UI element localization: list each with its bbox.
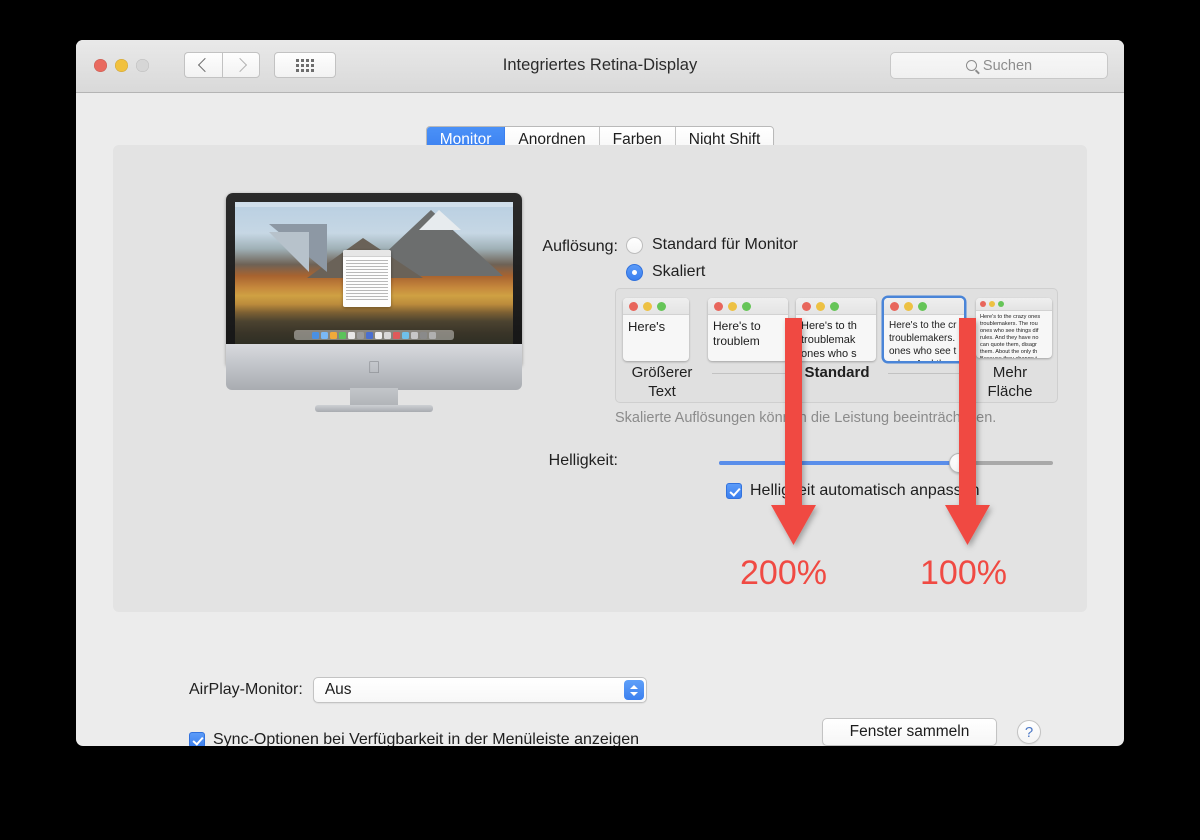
apple-logo-icon: : [368, 359, 381, 376]
resolution-thumbnail-3-frame: Here's to th troublemak ones who s: [796, 298, 876, 361]
zoom-dot-icon: [830, 301, 839, 311]
resolution-captions: Größerer Text Standard Mehr Fläche: [616, 364, 1057, 404]
search-icon: [965, 60, 977, 71]
caption-standard: Standard: [804, 364, 870, 381]
zoom-dot-icon: [742, 301, 751, 311]
chevron-updown-icon[interactable]: [623, 680, 644, 700]
thumbnail-titlebar: [884, 298, 964, 315]
minimize-dot-icon: [904, 301, 913, 311]
caption-larger-text: Größerer Text: [631, 364, 693, 400]
radio-default-icon[interactable]: [626, 236, 643, 254]
sync-options-checkbox-row[interactable]: Sync-Optionen bei Verfügbarkeit in der M…: [189, 731, 639, 746]
display-preview-imac: : [226, 193, 522, 413]
thumbnail-titlebar: [708, 298, 788, 315]
imac-stand-foot: [315, 405, 433, 412]
search-input[interactable]: Suchen: [890, 52, 1108, 79]
airplay-select[interactable]: Aus: [312, 677, 647, 703]
wallpaper-snowcap: [419, 210, 461, 230]
resolution-thumbnail-1[interactable]: Here's: [623, 298, 689, 361]
close-dot-icon: [802, 301, 811, 311]
radio-default-label: Standard für Monitor: [652, 236, 798, 253]
resolution-thumbnail-2-frame: Here's to troublem: [708, 298, 788, 361]
imac-bezel: [226, 193, 522, 366]
zoom-dot-icon: [918, 301, 927, 311]
minimize-dot-icon: [643, 301, 652, 311]
monitor-settings-panel:  Auflösung: Standard für Monitor Skalie…: [113, 145, 1087, 612]
thumbnail-text: Here's to troublem: [713, 319, 761, 348]
preview-dock: [294, 330, 454, 340]
system-preferences-window: Integriertes Retina-Display Suchen Monit…: [76, 40, 1124, 746]
zoom-dot-icon: [998, 301, 1004, 307]
preview-window-text: [343, 257, 391, 305]
close-dot-icon: [629, 301, 638, 311]
window-titlebar: Integriertes Retina-Display Suchen: [76, 40, 1124, 93]
resolution-thumbnail-5-frame: Here's to the crazy ones troublemakers. …: [976, 298, 1052, 358]
annotation-label-200: 200%: [740, 554, 827, 592]
imac-screen-wallpaper: [235, 202, 513, 344]
preview-menubar: [235, 202, 513, 207]
resolution-thumbnail-4-selected[interactable]: Here's to the cr troublemakers. ones who…: [884, 298, 964, 361]
minimize-dot-icon: [728, 301, 737, 311]
zoom-dot-icon: [657, 301, 666, 311]
thumbnail-titlebar: [976, 298, 1052, 311]
radio-scaled-resolution[interactable]: Skaliert: [626, 263, 705, 281]
airplay-label: AirPlay-Monitor:: [189, 681, 303, 698]
close-dot-icon: [714, 301, 723, 311]
thumbnail-text: Here's to the crazy ones troublemakers. …: [980, 314, 1041, 358]
minimize-dot-icon: [816, 301, 825, 311]
resolution-thumbnail-5[interactable]: Here's to the crazy ones troublemakers. …: [976, 298, 1052, 358]
search-placeholder: Suchen: [982, 57, 1033, 74]
resolution-label: Auflösung:: [542, 238, 618, 255]
airplay-row: AirPlay-Monitor: Aus: [189, 677, 647, 703]
imac-chin: : [226, 344, 522, 390]
slider-thumb[interactable]: [949, 453, 970, 473]
caption-rule-right: [888, 373, 960, 374]
slider-fill: [719, 461, 960, 465]
radio-scaled-label: Skaliert: [652, 263, 706, 280]
auto-brightness-checkbox[interactable]: [726, 483, 742, 499]
sync-options-label: Sync-Optionen bei Verfügbarkeit in der M…: [213, 731, 640, 746]
collect-windows-button[interactable]: Fenster sammeln: [822, 718, 997, 746]
preview-text-window: [343, 250, 391, 307]
thumbnail-titlebar: [796, 298, 876, 315]
auto-brightness-label: Helligkeit automatisch anpassen: [750, 482, 980, 499]
resolution-hint-text: Skalierte Auflösungen können die Leistun…: [615, 410, 997, 426]
brightness-slider[interactable]: [719, 453, 1053, 473]
thumbnail-titlebar: [623, 298, 689, 315]
preview-window-titlebar: [343, 250, 391, 257]
auto-brightness-checkbox-row[interactable]: Helligkeit automatisch anpassen: [726, 482, 979, 500]
wallpaper-mountain-left-snow: [239, 232, 309, 272]
thumbnail-text: Here's to the cr troublemakers. ones who…: [889, 320, 957, 361]
resolution-thumbnail-1-frame: Here's: [623, 298, 689, 361]
close-dot-icon: [980, 301, 986, 307]
caption-more-space: Mehr Fläche: [987, 364, 1033, 400]
minimize-dot-icon: [989, 301, 995, 307]
airplay-value: Aus: [324, 681, 352, 698]
thumbnail-text: Here's to th troublemak ones who s: [801, 320, 857, 360]
scaled-resolutions-box: Here's Here's to troublem Here's to th t…: [615, 288, 1058, 403]
radio-scaled-icon[interactable]: [626, 263, 643, 281]
annotation-label-100: 100%: [920, 554, 1007, 592]
thumbnail-text: Here's: [628, 319, 666, 334]
close-dot-icon: [890, 301, 899, 311]
radio-default-resolution[interactable]: Standard für Monitor: [626, 236, 798, 254]
resolution-thumbnail-3[interactable]: Here's to th troublemak ones who s: [796, 298, 876, 361]
sync-options-checkbox[interactable]: [189, 732, 205, 746]
resolution-thumbnail-2[interactable]: Here's to troublem: [708, 298, 788, 361]
resolution-thumbnail-4-frame: Here's to the cr troublemakers. ones who…: [884, 298, 964, 361]
caption-rule-left: [712, 373, 788, 374]
brightness-label: Helligkeit:: [548, 452, 618, 469]
help-button[interactable]: ?: [1017, 720, 1041, 744]
